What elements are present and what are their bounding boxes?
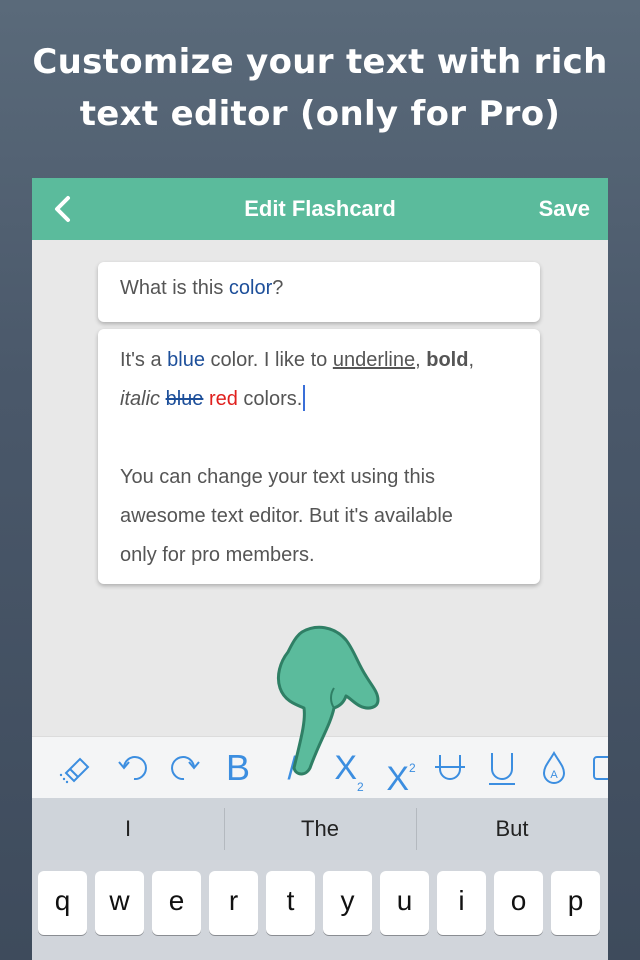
key-u[interactable]: u: [380, 871, 429, 935]
redo-icon: [171, 756, 200, 781]
answer-line-4: You can change your text using this: [120, 466, 436, 488]
colored-word: color: [228, 277, 273, 299]
answer-text: It's a blue color. I like to underline, …: [120, 341, 530, 575]
app-screen: Edit Flashcard Save What is this color? …: [32, 178, 608, 960]
suggestion-1[interactable]: I: [32, 798, 224, 860]
suggestion-3[interactable]: But: [416, 798, 608, 860]
suggestion-bar: I The But: [32, 798, 608, 860]
key-e[interactable]: e: [152, 871, 201, 935]
redo-button[interactable]: [162, 747, 206, 789]
background-color-button[interactable]: [588, 747, 608, 789]
background-color-icon: [593, 756, 608, 780]
strikethrough-button[interactable]: [430, 747, 470, 789]
eraser-button[interactable]: [54, 747, 98, 789]
answer-line-2: italic blue red colors.: [120, 380, 530, 419]
undo-button[interactable]: [112, 747, 156, 789]
answer-line-6: only for pro members.: [120, 544, 315, 566]
underline-button[interactable]: [482, 747, 522, 789]
promo-headline: Customize your text with rich text edito…: [0, 36, 640, 140]
navigation-bar: Edit Flashcard Save: [32, 178, 608, 240]
key-i[interactable]: i: [437, 871, 486, 935]
answer-field[interactable]: It's a blue color. I like to underline, …: [98, 329, 540, 584]
save-button[interactable]: Save: [539, 178, 590, 240]
text-color-button[interactable]: A: [536, 747, 572, 789]
strikethrough-word: blue: [165, 388, 204, 410]
keyboard: q w e r t y u i o p: [32, 860, 608, 960]
pointing-hand-icon: [276, 625, 380, 776]
italic-word: italic: [120, 388, 161, 410]
key-r[interactable]: r: [209, 871, 258, 935]
question-field[interactable]: What is this color?: [98, 262, 540, 322]
key-w[interactable]: w: [95, 871, 144, 935]
svg-text:A: A: [550, 769, 558, 781]
key-t[interactable]: t: [266, 871, 315, 935]
red-word: red: [208, 388, 238, 410]
page-title: Edit Flashcard: [244, 196, 396, 221]
blue-word: blue: [167, 349, 205, 371]
suggestion-2[interactable]: The: [224, 798, 416, 860]
undo-icon: [118, 756, 147, 781]
eraser-icon: [59, 757, 90, 784]
underlined-word: underline: [332, 349, 416, 371]
answer-line-5: awesome text editor. But it's available: [120, 505, 453, 527]
question-text: What is this color?: [120, 277, 284, 299]
bold-word: bold: [426, 349, 469, 371]
key-y[interactable]: y: [323, 871, 372, 935]
key-q[interactable]: q: [38, 871, 87, 935]
strikethrough-icon: [435, 755, 465, 780]
key-p[interactable]: p: [551, 871, 600, 935]
underline-icon: [489, 753, 515, 785]
bold-button[interactable]: B: [218, 747, 258, 789]
promo-line-1: Customize your text with rich: [32, 42, 608, 82]
text-cursor: [303, 385, 306, 411]
text-color-icon: A: [542, 751, 566, 784]
key-o[interactable]: o: [494, 871, 543, 935]
promo-line-2: text editor (only for Pro): [79, 94, 561, 134]
bold-icon: B: [225, 747, 250, 788]
answer-line-1: It's a blue color. I like to underline, …: [120, 349, 475, 371]
